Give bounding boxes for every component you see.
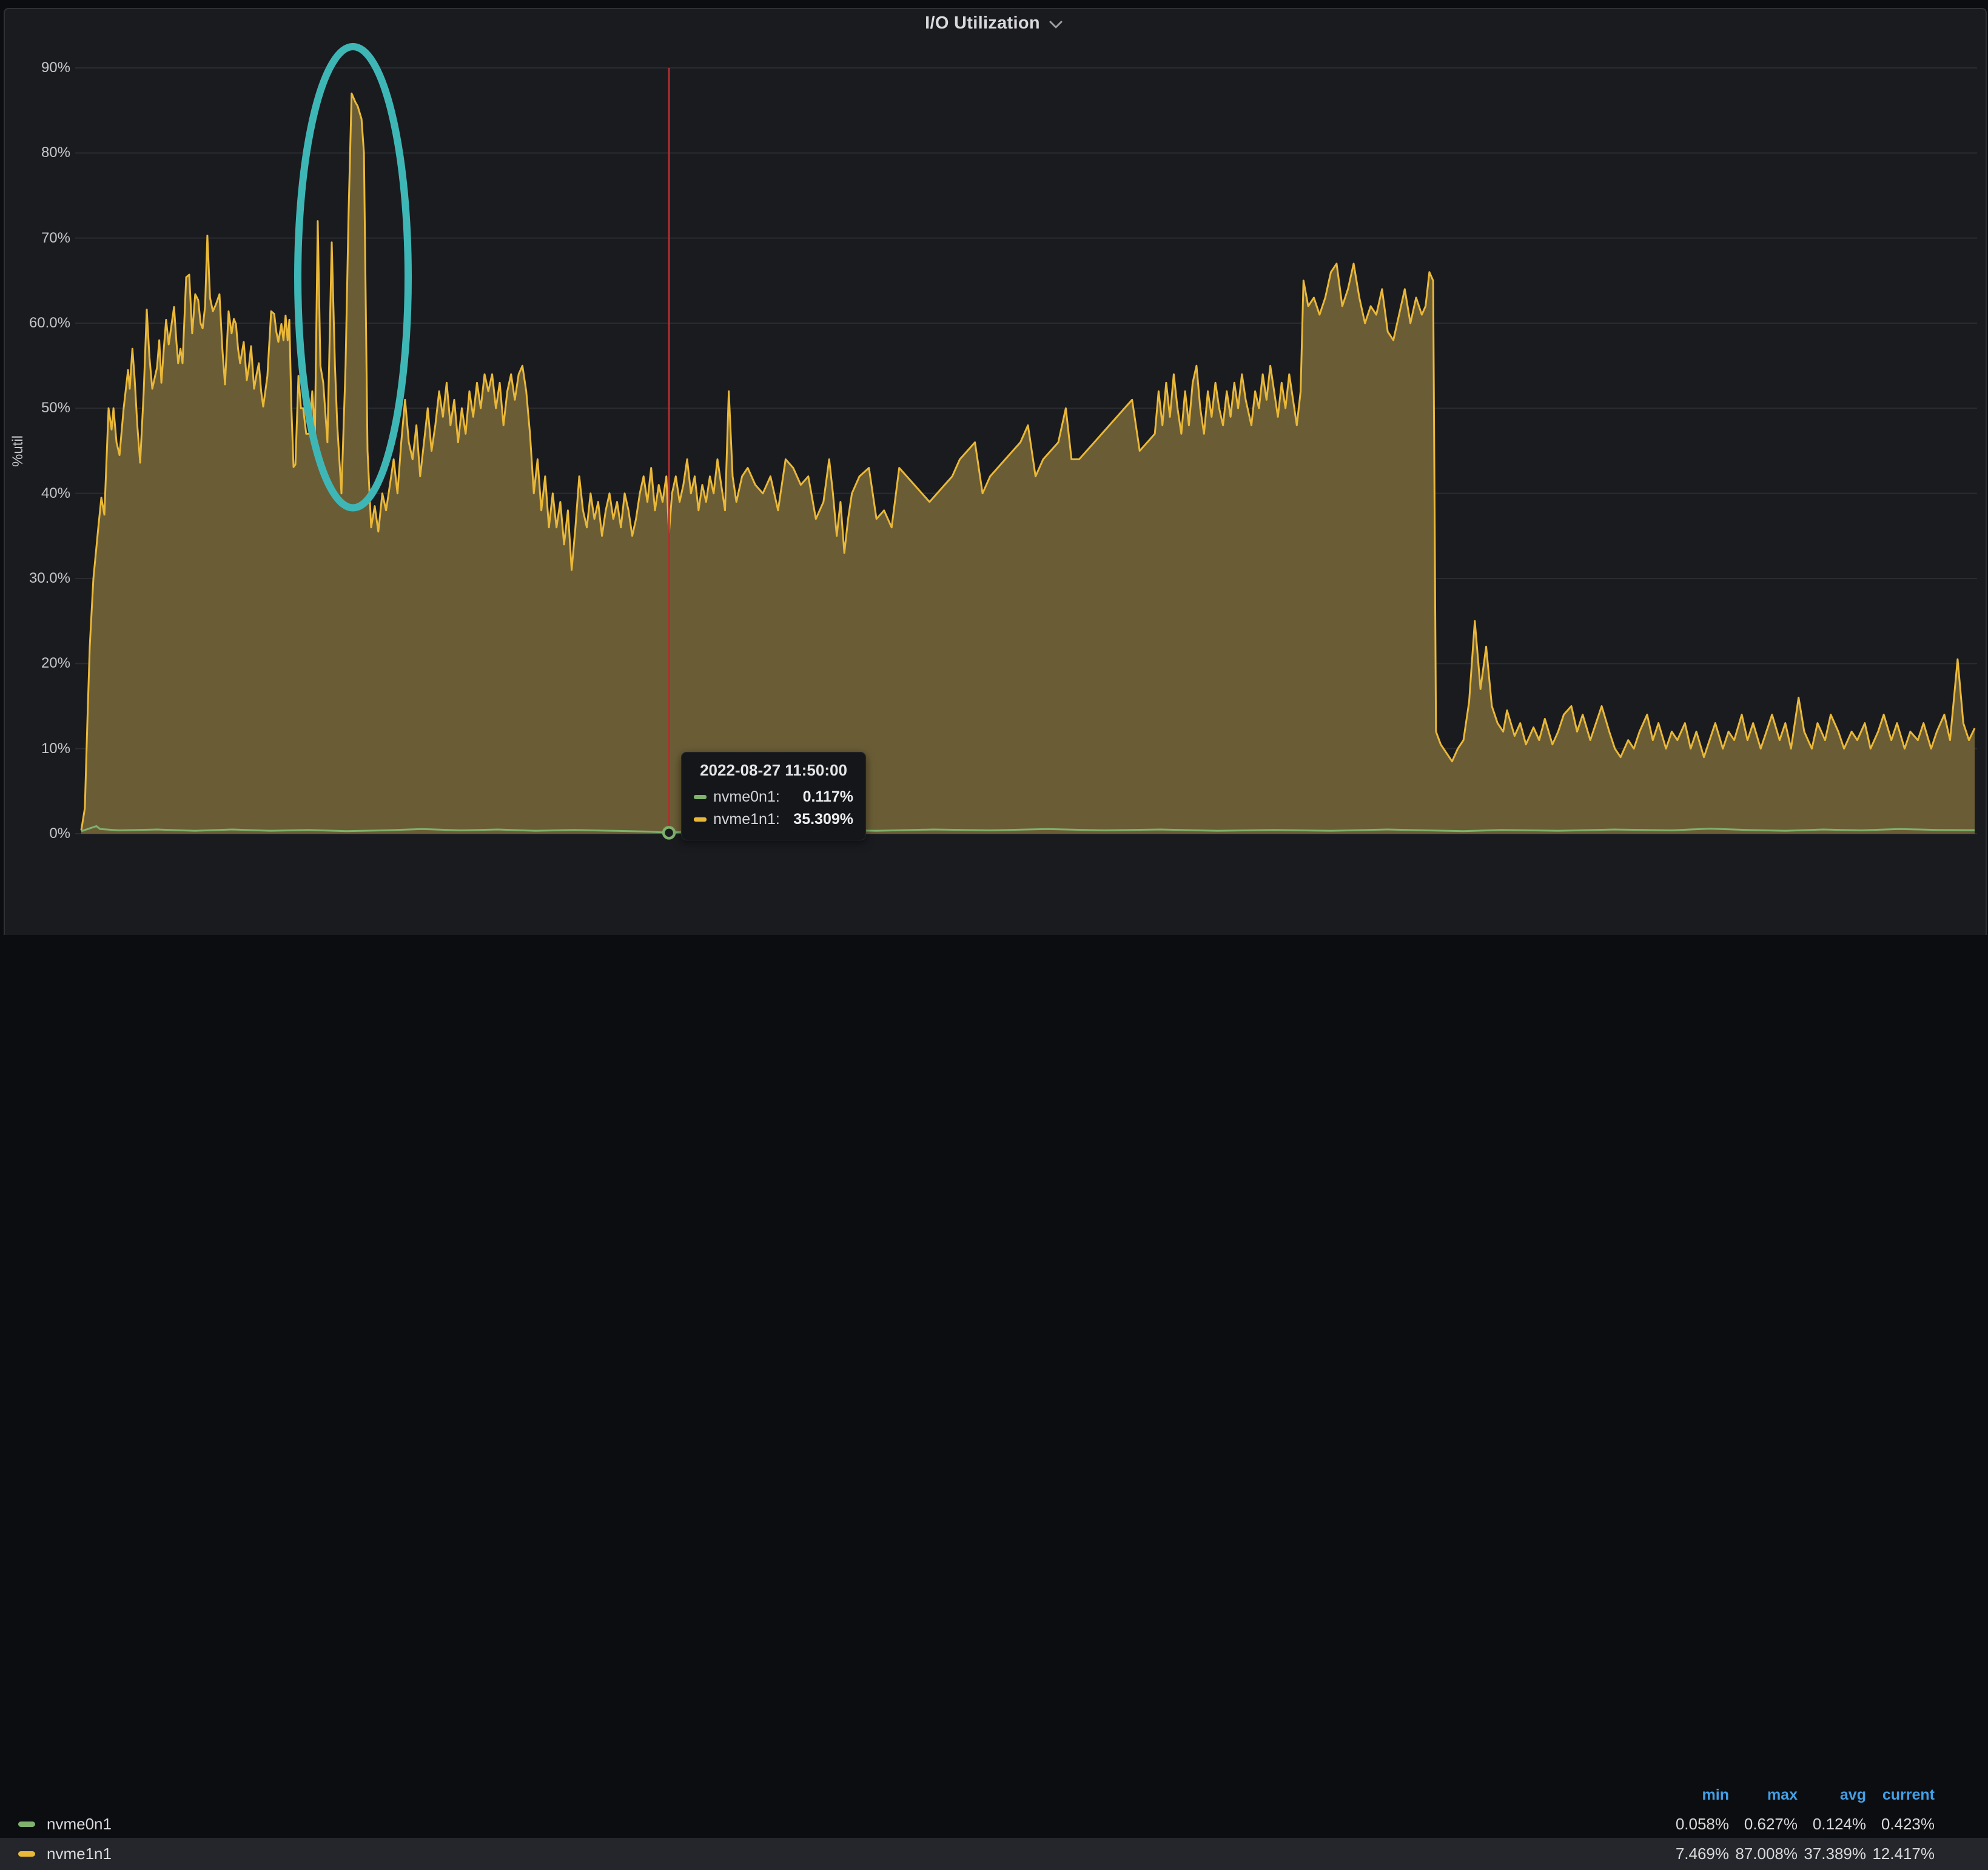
legend-stat-max: 0.627%: [1729, 1815, 1798, 1834]
legend-row-nvme0n1: nvme0n1 0.058%0.627%0.124%0.423%: [0, 1810, 1988, 1838]
legend-stat-min: 0.058%: [1661, 1815, 1729, 1834]
y-axis-title: %util: [10, 435, 27, 467]
legend-row-nvme1n1: nvme1n1 7.469%87.008%37.389%12.417%: [0, 1838, 1988, 1870]
y-axis-tick-label: 10%: [0, 739, 70, 759]
legend-stat-current: 12.417%: [1866, 1845, 1935, 1863]
legend-header-avg[interactable]: avg: [1798, 1786, 1866, 1804]
series-color-dash-icon: [694, 817, 707, 822]
legend-header-current[interactable]: current: [1866, 1786, 1935, 1804]
legend-stat-avg: 0.124%: [1798, 1815, 1866, 1834]
y-axis-tick-label: 30.0%: [0, 569, 70, 588]
y-axis-tick-label: 90%: [0, 58, 70, 78]
legend-stat-current: 0.423%: [1866, 1815, 1935, 1834]
chart-area[interactable]: [0, 0, 1988, 935]
y-axis-tick-label: 40%: [0, 484, 70, 503]
y-axis-tick-label: 50%: [0, 398, 70, 418]
legend-series-label[interactable]: nvme1n1: [47, 1845, 112, 1863]
legend-stat-min: 7.469%: [1661, 1845, 1729, 1863]
panel-title: I/O Utilization: [925, 13, 1040, 33]
y-axis-tick-label: 60.0%: [0, 313, 70, 333]
chevron-down-icon: [1049, 21, 1063, 29]
legend-header-max[interactable]: max: [1729, 1786, 1798, 1804]
tooltip-series-value: 0.117%: [803, 788, 853, 806]
series-color-dash-icon: [694, 795, 707, 799]
legend-header-row: minmaxavgcurrent: [0, 1784, 1988, 1806]
legend-stat-avg: 37.389%: [1798, 1845, 1866, 1863]
y-axis-tick-label: 70%: [0, 229, 70, 248]
panel-title-dropdown[interactable]: I/O Utilization: [925, 13, 1063, 33]
legend-stat-max: 87.008%: [1729, 1845, 1798, 1863]
hover-point-marker: [663, 827, 674, 838]
tooltip-series-label: nvme1n1:: [713, 811, 780, 828]
y-axis-tick-label: 0%: [0, 824, 70, 843]
legend-header-min[interactable]: min: [1661, 1786, 1729, 1804]
tooltip-series-value: 35.309%: [793, 811, 853, 828]
tooltip-series-label: nvme0n1:: [713, 788, 780, 806]
panel-header: I/O Utilization: [0, 13, 1988, 33]
tooltip-timestamp: 2022-08-27 11:50:00: [694, 761, 853, 780]
tooltip-row: nvme0n1: 0.117%: [694, 788, 853, 806]
legend-color-swatch-icon[interactable]: [18, 1851, 35, 1857]
legend-color-swatch-icon[interactable]: [18, 1821, 35, 1827]
hover-tooltip: 2022-08-27 11:50:00 nvme0n1: 0.117% nvme…: [681, 752, 866, 840]
y-axis-tick-label: 20%: [0, 654, 70, 673]
tooltip-row: nvme1n1: 35.309%: [694, 811, 853, 828]
y-axis-tick-label: 80%: [0, 143, 70, 163]
legend-series-label[interactable]: nvme0n1: [47, 1815, 112, 1834]
